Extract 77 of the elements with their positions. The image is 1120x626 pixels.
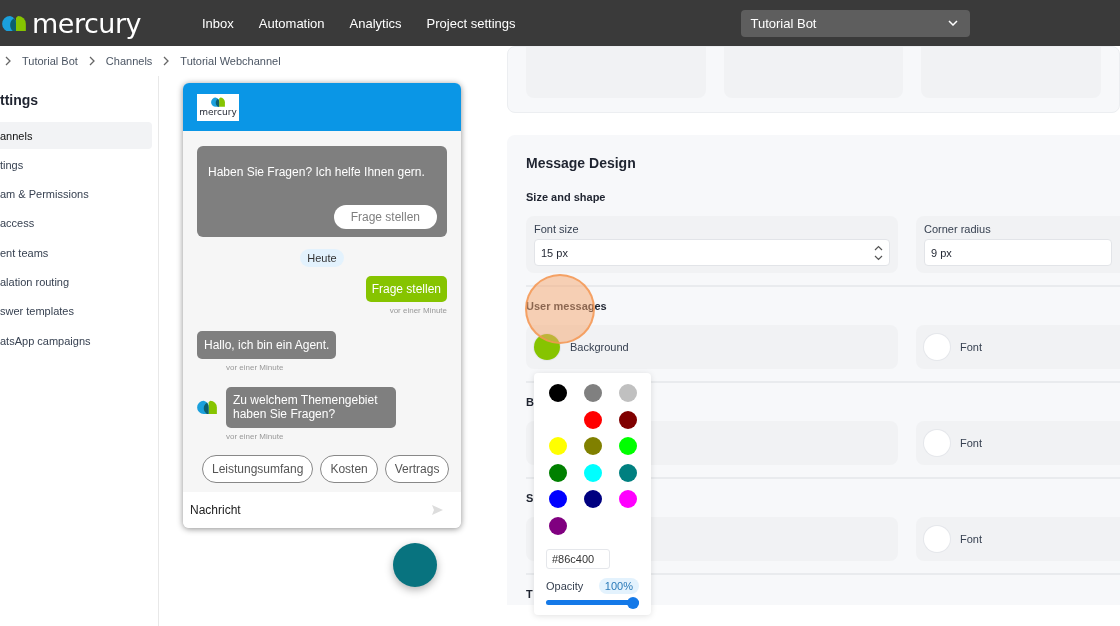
field-label: Font size <box>534 223 580 235</box>
nav-link[interactable]: Inbox <box>202 15 234 31</box>
card-title: Message Design <box>526 155 637 171</box>
color-swatch[interactable] <box>619 463 637 482</box>
chevron-icon <box>162 56 171 66</box>
nav-link[interactable]: Automation <box>258 15 325 31</box>
field-label: Corner radius <box>924 223 992 235</box>
text-input[interactable]: 9 px <box>924 239 1112 266</box>
color-swatch[interactable] <box>924 334 950 360</box>
nav-link[interactable]: Analytics <box>349 15 402 31</box>
sidebar-item[interactable]: tings <box>0 151 152 179</box>
agent-message: Hallo, ich bin ein Agent. <box>197 331 337 359</box>
color-swatch[interactable] <box>549 463 567 482</box>
sidebar-item[interactable]: atsApp campaigns <box>0 327 152 355</box>
section-heading: T <box>526 588 533 601</box>
message-time: vor einer Minute <box>389 306 447 315</box>
logo-icon <box>211 97 225 107</box>
opacity-value: 100% <box>598 577 639 594</box>
quick-reply[interactable]: Vertrags <box>384 454 450 483</box>
user-message: Frage stellen <box>365 276 447 302</box>
message-input[interactable]: Nachricht <box>190 503 340 517</box>
color-swatch[interactable] <box>584 437 602 455</box>
message-time: vor einer Minute <box>226 363 285 372</box>
section-heading: S <box>526 492 534 505</box>
logo-icon <box>2 14 26 32</box>
message-text: Haben Sie Fragen? Ich helfe Ihnen gern. <box>208 165 426 181</box>
number-input[interactable]: 15 px <box>534 239 890 266</box>
sidebar-item[interactable]: am & Permissions <box>0 180 152 208</box>
color-swatch[interactable] <box>619 437 637 455</box>
project-select[interactable]: Tutorial Bot <box>741 9 971 37</box>
bot-avatar-icon <box>197 400 217 415</box>
chevron-icon <box>87 56 96 66</box>
section-heading: B <box>526 396 534 409</box>
chat-launcher[interactable] <box>393 543 437 587</box>
sidebar-item[interactable]: alation routing <box>0 268 152 296</box>
quick-reply[interactable]: Kosten <box>320 454 378 483</box>
chevron-icon <box>4 56 12 66</box>
color-swatch[interactable] <box>924 430 950 456</box>
message-time: vor einer Minute <box>226 431 285 441</box>
color-swatch[interactable] <box>619 384 637 402</box>
breadcrumb-link[interactable]: Tutorial Bot <box>22 55 78 67</box>
chevron-down-icon <box>948 20 959 26</box>
color-swatch[interactable] <box>584 490 602 508</box>
color-swatch[interactable] <box>584 384 602 402</box>
date-label: Heute <box>300 249 344 267</box>
quick-reply[interactable]: Leistungsumfang <box>202 454 314 483</box>
chat-logo: mercury <box>197 93 239 121</box>
breadcrumb-link[interactable]: Channels <box>105 55 153 67</box>
color-swatch[interactable] <box>549 437 567 455</box>
field-label: Font <box>960 533 982 545</box>
frage-button[interactable]: Frage stellen <box>333 205 437 229</box>
color-swatch[interactable] <box>549 516 567 535</box>
bot-message: Zu welchem Themengebiet haben Sie Fragen? <box>226 387 396 428</box>
color-swatch[interactable] <box>584 463 602 482</box>
sidebar-item[interactable]: access <box>0 209 152 237</box>
field-label: Font <box>960 341 982 353</box>
sidebar-title: ttings <box>0 92 40 108</box>
nav-link[interactable]: Project settings <box>426 15 516 31</box>
field-label: Background <box>570 341 629 353</box>
sidebar-item[interactable]: swer templates <box>0 297 152 325</box>
opacity-slider[interactable] <box>546 596 639 609</box>
sidebar-item[interactable]: annels <box>0 122 152 149</box>
color-swatch[interactable] <box>619 490 637 508</box>
section-heading: Size and shape <box>526 191 606 204</box>
color-swatch[interactable] <box>549 384 567 402</box>
hex-input[interactable]: #86c400 <box>546 548 610 569</box>
stepper-icon[interactable] <box>874 244 883 261</box>
opacity-label: Opacity <box>546 579 584 592</box>
sidebar-item[interactable]: ent teams <box>0 239 152 267</box>
color-swatch[interactable] <box>924 526 950 552</box>
brand-name: mercury <box>32 7 141 39</box>
color-swatch[interactable] <box>534 334 560 360</box>
color-swatch[interactable] <box>584 410 602 429</box>
field-label: Font <box>960 437 982 449</box>
color-swatch[interactable] <box>619 410 637 429</box>
breadcrumb-link[interactable]: Tutorial Webchannel <box>180 55 281 67</box>
color-swatch[interactable] <box>549 490 567 508</box>
